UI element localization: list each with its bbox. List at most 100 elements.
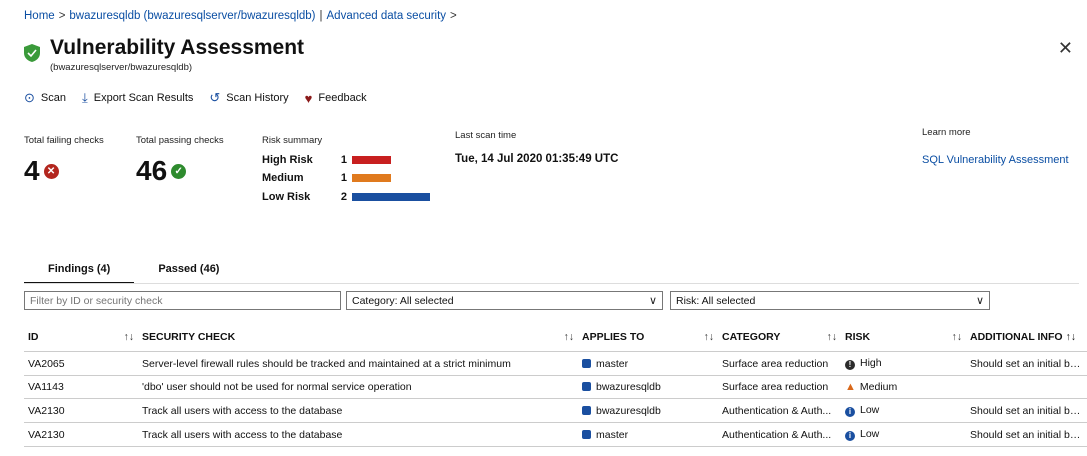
risk-level-label: High Risk [262, 154, 313, 166]
passing-count-value: 46 [136, 155, 168, 186]
risk-level-count: 1 [340, 172, 347, 184]
scan-button[interactable]: ⊙ Scan [24, 90, 66, 106]
download-icon: ⤓ [81, 90, 88, 105]
sort-icon[interactable]: ↑↓ [704, 331, 715, 343]
column-header-category[interactable]: CATEGORY ↑↓ [718, 325, 841, 352]
chevron-down-icon: ∨ [975, 295, 984, 307]
scan-icon: ⊙ [24, 90, 35, 105]
column-header-applies-to[interactable]: APPLIES TO ↑↓ [578, 325, 718, 352]
error-icon: ✕ [43, 163, 59, 179]
risk-bar [352, 193, 430, 201]
export-scan-results-button[interactable]: ⤓ Export Scan Results [82, 90, 193, 106]
scan-history-button[interactable]: ↺ Scan History [209, 90, 288, 106]
tab-passed[interactable]: Passed (46) [134, 258, 243, 284]
cell-security-check: Server-level firewall rules should be tr… [138, 351, 578, 376]
last-scan-value: Tue, 14 Jul 2020 01:35:49 UTC [455, 153, 619, 165]
risk-bar [352, 174, 391, 182]
database-icon [582, 382, 591, 391]
breadcrumb: Home > bwazuresqldb (bwazuresqlserver/bw… [24, 10, 457, 22]
table-row[interactable]: VA2130 Track all users with access to the… [24, 398, 1087, 423]
failing-checks-label: Total failing checks [24, 135, 104, 146]
shield-icon [24, 44, 40, 62]
failing-checks-count: 4 ✕ [24, 155, 59, 187]
cell-additional-info [966, 375, 1087, 399]
last-scan-label: Last scan time [455, 130, 517, 141]
breadcrumb-separator: > [450, 10, 457, 22]
breadcrumb-home[interactable]: Home [24, 10, 55, 22]
table-row[interactable]: VA2065 Server-level firewall rules should… [24, 351, 1087, 376]
tab-findings[interactable]: Findings (4) [24, 258, 135, 284]
feedback-button[interactable]: ♥ Feedback [305, 91, 367, 106]
search-input[interactable] [24, 291, 341, 310]
passing-checks-label: Total passing checks [136, 135, 224, 146]
cell-security-check: Track all users with access to the datab… [138, 398, 578, 423]
toolbar: ⊙ Scan ⤓ Export Scan Results ↺ Scan Hist… [24, 90, 367, 106]
check-icon: ✓ [171, 163, 187, 179]
cell-id: VA2130 [24, 422, 138, 447]
risk-level-label: Low Risk [262, 191, 311, 203]
breadcrumb-section[interactable]: Advanced data security [327, 10, 447, 22]
close-icon[interactable]: ✕ [1058, 38, 1073, 59]
breadcrumb-separator: > [58, 10, 66, 22]
risk-filter-dropdown[interactable]: Risk: All selected ∨ [670, 291, 990, 310]
column-header-additional-info[interactable]: ADDITIONAL INFO ↑↓ [966, 325, 1087, 352]
cell-id: VA1143 [24, 375, 138, 399]
column-header-risk[interactable]: RISK ↑↓ [841, 325, 966, 352]
history-icon: ↺ [209, 90, 221, 105]
info-icon: i [845, 407, 855, 417]
findings-table: ID ↑↓ SECURITY CHECK ↑↓ APPLIES TO ↑↓ CATEG… [24, 325, 1087, 447]
chevron-down-icon: ∨ [648, 295, 657, 307]
category-filter-value: Category: All selected [352, 294, 454, 307]
database-icon [582, 429, 591, 439]
cell-security-check: Track all users with access to the datab… [138, 422, 578, 447]
feedback-label: Feedback [318, 92, 367, 104]
tabs-divider [24, 283, 1079, 284]
column-header-id[interactable]: ID ↑↓ [24, 325, 138, 352]
learn-more-link[interactable]: SQL Vulnerability Assessment [922, 154, 1069, 166]
risk-summary-label: Risk summary [262, 135, 323, 146]
category-filter-dropdown[interactable]: Category: All selected ∨ [346, 291, 663, 310]
scan-label: Scan [40, 92, 66, 104]
heart-icon: ♥ [304, 90, 313, 106]
result-tabs: Findings (4) Passed (46) [24, 258, 243, 284]
cell-applies-to: master [578, 422, 718, 447]
risk-level-count: 2 [340, 191, 347, 203]
alert-icon: ! [845, 360, 855, 370]
history-label: Scan History [226, 92, 289, 104]
sort-icon[interactable]: ↑↓ [952, 331, 963, 343]
warning-icon: ▲ [845, 381, 856, 393]
page-title: Vulnerability Assessment [50, 36, 305, 59]
risk-summary-row: High Risk 1 [262, 154, 391, 166]
passing-checks-count: 46 ✓ [136, 155, 187, 187]
risk-bar [352, 156, 391, 164]
risk-level-label: Medium [262, 172, 304, 184]
table-row[interactable]: VA1143'dbo' user should not be used for … [24, 375, 1087, 399]
cell-risk: i Low [841, 398, 966, 423]
sort-icon[interactable]: ↑↓ [1065, 331, 1076, 343]
export-label: Export Scan Results [93, 92, 194, 104]
cell-id: VA2130 [24, 398, 138, 423]
sort-icon[interactable]: ↑↓ [827, 331, 838, 343]
breadcrumb-database[interactable]: bwazuresqldb (bwazuresqlserver/bwazuresq… [69, 10, 315, 22]
database-icon [582, 405, 591, 415]
cell-id: VA2065 [24, 351, 138, 376]
cell-applies-to: master [578, 351, 718, 376]
table-row[interactable]: VA2130 Track all users with access to the… [24, 422, 1087, 447]
sort-icon[interactable]: ↑↓ [124, 331, 135, 343]
cell-applies-to: bwazuresqldb [578, 375, 718, 399]
column-header-security-check[interactable]: SECURITY CHECK ↑↓ [138, 325, 578, 352]
page-subtitle: (bwazuresqlserver/bwazuresqldb) [50, 62, 193, 73]
risk-level-count: 1 [340, 154, 347, 166]
page-header: Vulnerability Assessment (bwazuresqlserv… [24, 36, 304, 73]
cell-category: Authentication & Auth... [718, 422, 841, 447]
cell-risk: ! High [841, 351, 966, 376]
risk-filter-value: Risk: All selected [676, 294, 756, 307]
info-icon: i [845, 431, 855, 441]
cell-applies-to: bwazuresqldb [578, 398, 718, 423]
sort-icon[interactable]: ↑↓ [564, 331, 575, 343]
learn-more-label: Learn more [922, 127, 971, 138]
cell-security-check: 'dbo' user should not be used for normal… [138, 375, 578, 399]
database-icon [582, 358, 591, 368]
breadcrumb-pipe: | [319, 10, 323, 22]
cell-additional-info: Should set an initial ba... [966, 422, 1087, 447]
